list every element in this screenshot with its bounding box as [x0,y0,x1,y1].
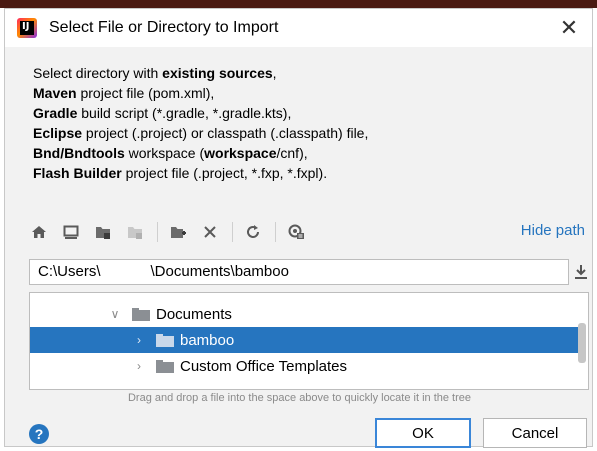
toolbar-separator [157,222,158,242]
tree-row-bamboo[interactable]: › bamboo [30,327,578,353]
description-line-1: Select directory with existing sources, [33,65,277,81]
tree-row-label: bamboo [180,331,235,349]
chevron-right-icon[interactable]: › [132,359,146,373]
tree-row-label: Documents [156,305,232,323]
tree-row-documents[interactable]: ∨ Documents [30,301,578,327]
tree-row-label: Custom Office Templates [180,357,348,375]
intellij-app-icon: IJ [17,18,37,38]
cancel-button[interactable]: Cancel [483,418,587,448]
close-icon[interactable]: ✕ [556,15,582,41]
module-folder-icon[interactable] [123,220,147,244]
description-line-5: Bnd/Bndtools workspace (workspace/cnf), [33,145,308,161]
toolbar-separator [275,222,276,242]
app-icon-text: IJ [22,21,30,32]
import-dialog: IJ Select File or Directory to Import ✕ … [4,8,593,448]
chevron-right-icon[interactable]: › [132,333,146,347]
title-bar: IJ Select File or Directory to Import ✕ [5,9,592,47]
home-icon[interactable] [27,220,51,244]
download-icon[interactable] [571,259,591,285]
tree-scrollbar[interactable] [578,323,586,363]
tree-row-custom-office-templates[interactable]: › Custom Office Templates [30,353,578,379]
window-frame [0,0,597,8]
show-hidden-icon[interactable] [284,220,308,244]
hide-path-link[interactable]: Hide path [521,222,585,239]
drag-drop-hint: Drag and drop a file into the space abov… [127,392,472,404]
description-line-2: Maven project file (pom.xml), [33,85,215,101]
description-line-3: Gradle build script (*.gradle, *.gradle.… [33,105,292,121]
desktop-icon[interactable] [59,220,83,244]
folder-icon [156,333,174,347]
folder-icon [132,307,150,321]
new-folder-icon[interactable] [166,220,190,244]
folder-icon [156,359,174,373]
help-icon[interactable]: ? [29,424,49,444]
description-line-6: Flash Builder project file (.project, *.… [33,165,328,181]
description-line-4: Eclipse project (.project) or classpath … [33,125,369,141]
refresh-icon[interactable] [241,220,265,244]
file-chooser-toolbar: Hide path [27,220,587,244]
delete-icon[interactable] [198,220,222,244]
toolbar-separator [232,222,233,242]
description: Select directory with existing sources, … [33,63,368,183]
dialog-title: Select File or Directory to Import [49,19,279,36]
path-input[interactable]: C:\Users\ \Documents\bamboo [29,259,569,285]
project-folder-icon[interactable] [91,220,115,244]
file-tree[interactable]: ∨ Documents › bamboo › Custom Office Tem… [29,292,589,390]
ok-button[interactable]: OK [375,418,471,448]
chevron-down-icon[interactable]: ∨ [108,307,122,321]
